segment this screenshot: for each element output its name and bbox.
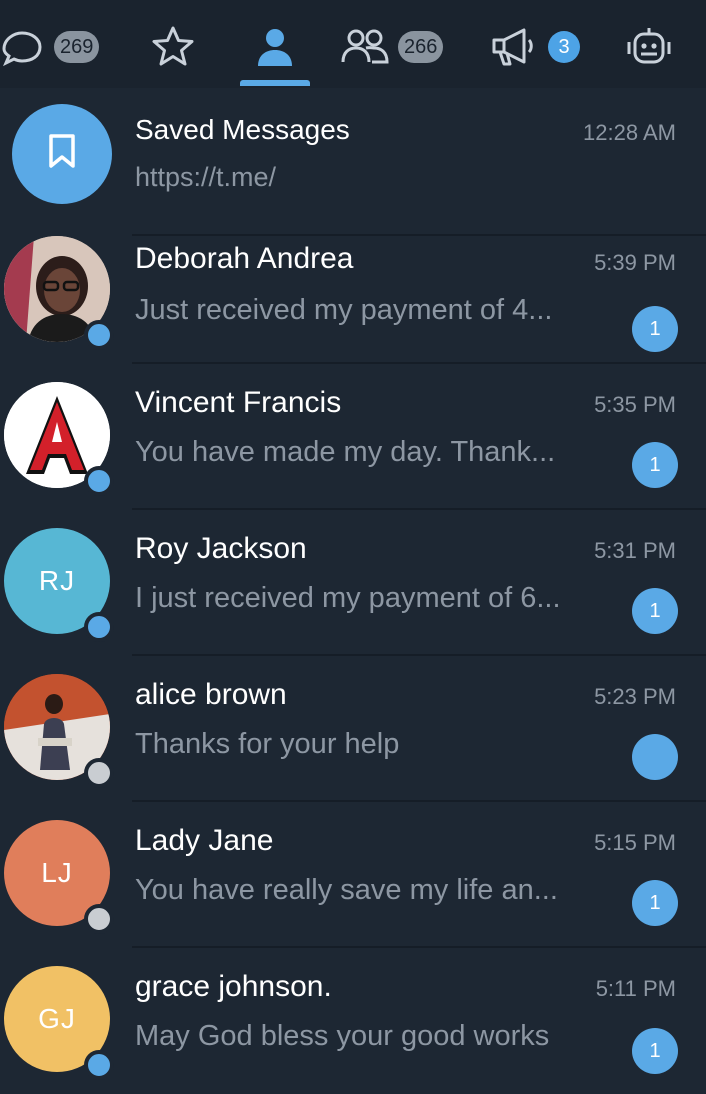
online-status-dot bbox=[84, 466, 114, 496]
chat-time: 5:23 PM bbox=[594, 684, 676, 709]
chat-row[interactable]: Deborah Andrea Just received my payment … bbox=[0, 218, 706, 364]
chat-row[interactable]: alice brown Thanks for your help 5:23 PM bbox=[0, 656, 706, 802]
chat-preview: You have really save my life an... bbox=[135, 874, 558, 906]
chat-time: 5:39 PM bbox=[594, 250, 676, 275]
active-tab-indicator bbox=[240, 80, 310, 86]
online-status-dot bbox=[84, 320, 114, 350]
unread-badge: 1 bbox=[632, 588, 678, 634]
tab-channels[interactable]: 3 bbox=[490, 22, 580, 72]
chat-time: 5:35 PM bbox=[594, 392, 676, 417]
chat-time: 12:28 AM bbox=[583, 120, 676, 145]
tab-all-count: 269 bbox=[54, 31, 100, 63]
chat-row[interactable]: RJ Roy Jackson I just received my paymen… bbox=[0, 510, 706, 656]
avatar-initials: GJ bbox=[38, 1003, 76, 1034]
unread-badge: 1 bbox=[632, 1028, 678, 1074]
chat-name: Lady Jane bbox=[135, 824, 274, 857]
person-icon bbox=[252, 24, 298, 70]
chat-row-saved-messages[interactable]: Saved Messages https://t.me/ 12:28 AM bbox=[0, 90, 706, 236]
tab-personal[interactable] bbox=[252, 22, 298, 72]
megaphone-icon bbox=[490, 24, 538, 70]
avatar-initials: RJ bbox=[38, 565, 76, 596]
chat-preview: https://t.me/ bbox=[135, 162, 277, 192]
chat-name: Deborah Andrea bbox=[135, 242, 354, 275]
online-status-dot bbox=[84, 1050, 114, 1080]
tab-bots[interactable] bbox=[624, 22, 674, 72]
tab-channels-count: 3 bbox=[548, 31, 580, 63]
chat-preview: May God bless your good works bbox=[135, 1020, 550, 1052]
unread-dot bbox=[632, 734, 678, 780]
chat-name: alice brown bbox=[135, 678, 287, 711]
chat-row[interactable]: Vincent Francis You have made my day. Th… bbox=[0, 364, 706, 510]
online-status-dot bbox=[84, 612, 114, 642]
star-icon bbox=[150, 24, 196, 70]
avatar bbox=[12, 104, 112, 204]
offline-status-dot bbox=[84, 758, 114, 788]
bot-icon bbox=[624, 24, 674, 70]
tab-groups-count: 266 bbox=[398, 31, 444, 63]
tab-groups[interactable]: 266 bbox=[340, 22, 444, 72]
chat-time: 5:31 PM bbox=[594, 538, 676, 563]
unread-badge: 1 bbox=[632, 306, 678, 352]
tab-all-chats[interactable]: 269 bbox=[0, 22, 100, 72]
chat-row[interactable]: LJ Lady Jane You have really save my lif… bbox=[0, 802, 706, 948]
chat-preview: You have made my day. Thank... bbox=[135, 436, 556, 468]
chat-name: Vincent Francis bbox=[135, 386, 342, 419]
chat-bubble-icon bbox=[0, 27, 46, 67]
unread-badge: 1 bbox=[632, 880, 678, 926]
unread-badge: 1 bbox=[632, 442, 678, 488]
chat-time: 5:11 PM bbox=[595, 976, 676, 1001]
tab-favorites[interactable] bbox=[150, 22, 196, 72]
group-icon bbox=[340, 24, 392, 70]
avatar-initials: LJ bbox=[41, 857, 73, 888]
chat-preview: Just received my payment of 4... bbox=[135, 294, 553, 326]
folder-tab-bar: 269 266 3 bbox=[0, 0, 706, 88]
chat-row[interactable]: GJ grace johnson. May God bless your goo… bbox=[0, 948, 706, 1094]
chat-name: Roy Jackson bbox=[135, 532, 307, 565]
chat-name: grace johnson. bbox=[135, 970, 332, 1003]
chat-preview: Thanks for your help bbox=[135, 728, 400, 760]
bookmark-icon bbox=[45, 132, 79, 177]
chat-name: Saved Messages bbox=[135, 114, 350, 145]
chat-preview: I just received my payment of 6... bbox=[135, 582, 561, 614]
chat-time: 5:15 PM bbox=[594, 830, 676, 855]
offline-status-dot bbox=[84, 904, 114, 934]
